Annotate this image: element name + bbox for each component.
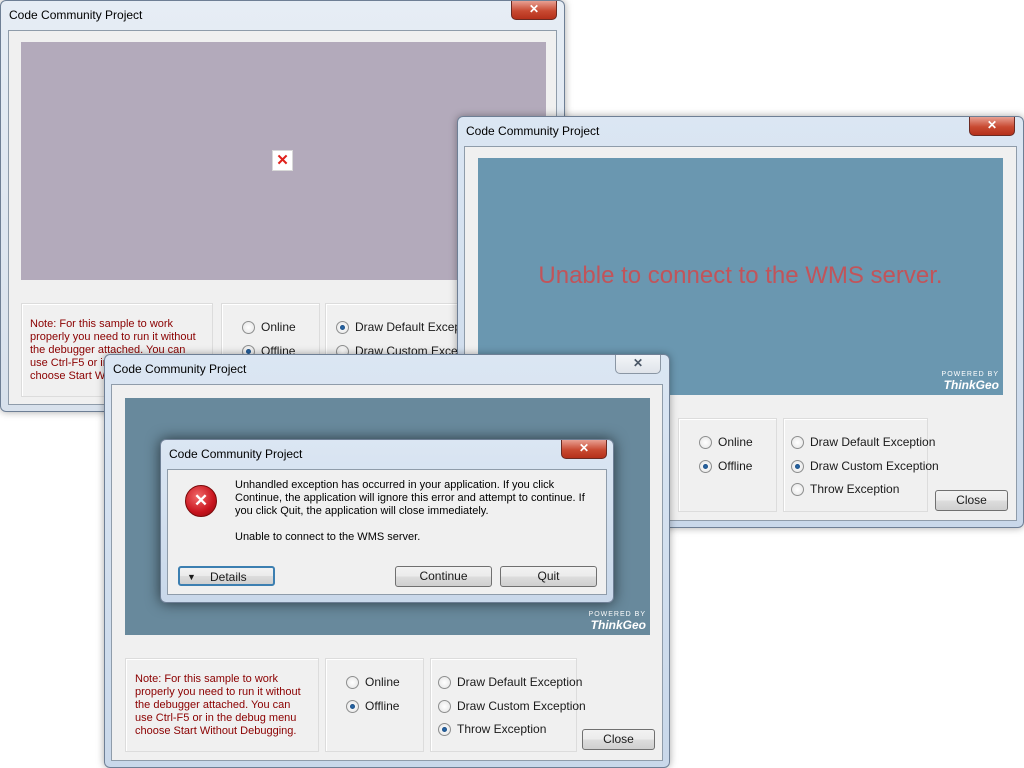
error-dialog-titlebar[interactable]: Code Community Project ✕ <box>161 440 613 468</box>
details-label: Details <box>210 570 247 584</box>
close-button[interactable]: Close <box>935 490 1008 511</box>
offline-radio-circle <box>346 700 359 713</box>
powered-by-text: POWERED BY <box>588 611 646 618</box>
quit-button[interactable]: Quit <box>500 566 597 587</box>
online-radio-circle <box>242 321 255 334</box>
offline-radio-circle <box>699 460 712 473</box>
draw-default-exception-label: Draw Default Exception <box>457 675 583 689</box>
thinkgeo-brand: ThinkGeo <box>943 378 999 392</box>
continue-button[interactable]: Continue <box>395 566 492 587</box>
draw-custom-exception-label: Draw Custom Exception <box>457 699 586 713</box>
window-2-titlebar[interactable]: Code Community Project ✕ <box>458 117 1023 145</box>
draw-default-exception-circle <box>438 676 451 689</box>
thinkgeo-logo: POWERED BY ThinkGeo <box>589 611 646 632</box>
throw-exception-label: Throw Exception <box>457 722 547 736</box>
online-radio-circle <box>346 676 359 689</box>
exception-group: Draw Default Exception Draw Custom Excep… <box>430 658 586 752</box>
broken-image-icon: ✕ <box>272 150 293 171</box>
error-dialog-close-button[interactable]: ✕ <box>561 440 607 459</box>
powered-by-text: POWERED BY <box>941 371 999 378</box>
draw-custom-exception-circle <box>791 460 804 473</box>
note-group: Note: For this sample to work properly y… <box>125 658 319 752</box>
offline-radio-label: Offline <box>718 459 753 473</box>
throw-exception-circle <box>438 723 451 736</box>
connection-group: Online Offline <box>325 658 424 752</box>
online-radio-label: Online <box>718 435 753 449</box>
online-radio-label: Online <box>365 675 400 689</box>
draw-default-exception-circle <box>336 321 349 334</box>
error-icon: ✕ <box>185 485 217 517</box>
online-radio-circle <box>699 436 712 449</box>
error-dialog-title: Code Community Project <box>169 447 303 461</box>
map-error-message: Unable to connect to the WMS server. <box>538 262 943 289</box>
window-3-title: Code Community Project <box>113 362 247 376</box>
error-dialog-client: ✕ Unhandled exception has occurred in yo… <box>167 469 607 595</box>
thinkgeo-logo: POWERED BY ThinkGeo <box>942 371 999 392</box>
draw-custom-exception-circle <box>438 700 451 713</box>
window-2-close-button[interactable]: ✕ <box>969 117 1015 136</box>
draw-default-exception-label: Draw Default Exception <box>810 435 936 449</box>
offline-radio-label: Offline <box>365 699 400 713</box>
window-1-title: Code Community Project <box>9 8 143 22</box>
window-3-close-button[interactable]: ✕ <box>615 355 661 374</box>
draw-default-exception-circle <box>791 436 804 449</box>
draw-custom-exception-label: Draw Custom Exception <box>810 459 939 473</box>
window-1-titlebar[interactable]: Code Community Project ✕ <box>1 1 564 29</box>
connection-group: Online Offline <box>678 418 777 512</box>
error-detail: Unable to connect to the WMS server. <box>235 531 421 543</box>
window-3-titlebar[interactable]: Code Community Project ✕ <box>105 355 669 383</box>
throw-exception-label: Throw Exception <box>810 482 900 496</box>
thinkgeo-brand: ThinkGeo <box>590 618 646 632</box>
note-text: Note: For this sample to work properly y… <box>135 673 301 737</box>
chevron-down-icon: ▼ <box>187 572 196 582</box>
window-2-title: Code Community Project <box>466 124 600 138</box>
details-button[interactable]: ▼ Details <box>178 566 275 586</box>
throw-exception-circle <box>791 483 804 496</box>
close-button[interactable]: Close <box>582 729 655 750</box>
error-message: Unhandled exception has occurred in your… <box>235 479 585 517</box>
window-1-close-button[interactable]: ✕ <box>511 1 557 20</box>
exception-group: Draw Default Exception Draw Custom Excep… <box>783 418 939 512</box>
online-radio-label: Online <box>261 320 296 334</box>
error-dialog: Code Community Project ✕ ✕ Unhandled exc… <box>160 439 614 603</box>
